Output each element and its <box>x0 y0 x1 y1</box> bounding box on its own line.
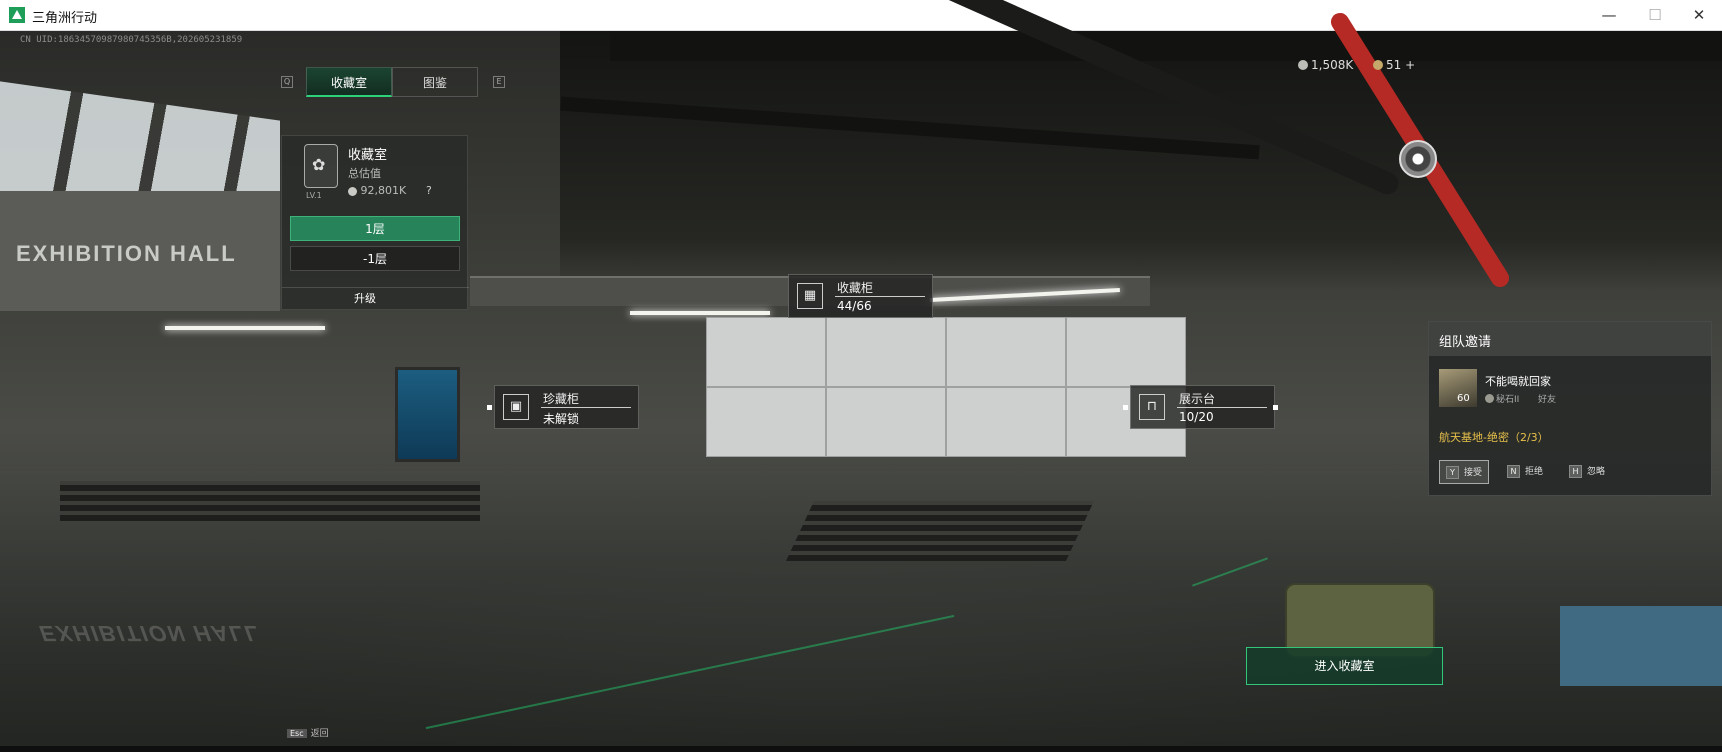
window-title: 三角洲行动 <box>32 11 98 26</box>
hall-sign: EXHIBITION HALL <box>16 241 237 266</box>
upgrade-button[interactable]: 升级 <box>282 287 469 309</box>
reject-button[interactable]: N 拒绝 <box>1501 460 1543 484</box>
esc-key: Esc <box>287 729 307 738</box>
display-stand-icon: ⊓ <box>1139 394 1165 420</box>
silver-amount: 1,508K <box>1311 58 1354 72</box>
ceiling-beam <box>610 31 1722 61</box>
hotspot-value: 未解锁 <box>543 412 580 426</box>
blue-screen <box>395 367 460 462</box>
grid-cabinet-icon: ▦ <box>797 283 823 309</box>
team-invite-title: 组队邀请 <box>1439 335 1492 350</box>
light-bar <box>165 326 325 330</box>
team-invite-panel: 组队邀请 60 不能喝就回家 秘石II 好友 航天基地-绝密（2/3） Y 接受 … <box>1428 321 1712 496</box>
storage-cabinets <box>1560 606 1722 686</box>
silver-currency: 1,508K <box>1298 58 1353 72</box>
bottom-bar <box>0 746 1722 752</box>
player-uid: CN UID:18634570987980745356B,20260523185… <box>20 35 243 45</box>
player-rank: 秘石II <box>1485 392 1519 405</box>
mission-name: 航天基地-绝密（2/3） <box>1439 431 1549 444</box>
close-button[interactable]: ✕ <box>1676 0 1722 31</box>
collection-room-card: LV.1 收藏室 总估值 92,801K ? 1层 -1层 升级 <box>281 135 469 310</box>
stairs <box>60 481 480 521</box>
gold-currency[interactable]: 51 + <box>1373 58 1415 72</box>
player-level: 60 <box>1457 393 1470 404</box>
tab-collection-room[interactable]: 收藏室 <box>306 67 392 97</box>
minimize-button[interactable]: — <box>1586 0 1632 31</box>
room-value-text: 92,801K <box>360 184 407 197</box>
light-bar <box>630 311 770 315</box>
back-button[interactable]: Esc 返回 <box>287 726 329 739</box>
safe-icon: ▣ <box>503 394 529 420</box>
display-wall <box>706 317 1186 457</box>
hotspot-showcase[interactable]: ⊓ 展示台 10/20 <box>1123 385 1278 429</box>
ignore-key: H <box>1569 465 1582 478</box>
hotspot-title: 收藏柜 <box>837 281 874 295</box>
hotspot-title: 珍藏柜 <box>543 392 580 406</box>
accept-key: Y <box>1446 466 1459 479</box>
player-name: 不能喝就回家 <box>1485 375 1551 388</box>
gold-amount: 51 + <box>1386 58 1416 72</box>
ignore-button[interactable]: H 忽略 <box>1563 460 1605 484</box>
floor-1-button[interactable]: 1层 <box>290 216 460 241</box>
coin-icon <box>348 186 357 196</box>
friend-label: 好友 <box>1538 395 1557 405</box>
title-bar: 三角洲行动 — ☐ ✕ <box>0 0 1722 31</box>
app-logo-icon <box>9 7 25 23</box>
accept-button[interactable]: Y 接受 <box>1439 460 1489 484</box>
stairs <box>786 501 1094 561</box>
reject-key: N <box>1507 465 1520 478</box>
tab-next-key[interactable]: E <box>493 76 505 88</box>
tab-codex[interactable]: 图鉴 <box>392 67 478 97</box>
floor-b1-button[interactable]: -1层 <box>290 246 460 271</box>
maximize-button[interactable]: ☐ <box>1632 0 1678 31</box>
game-window: 三角洲行动 — ☐ ✕ EXHIBITION HALL EXHIBITION H… <box>0 0 1722 752</box>
room-title: 收藏室 <box>348 148 388 163</box>
silver-coin-icon <box>1298 60 1308 70</box>
room-level: LV.1 <box>306 191 322 200</box>
help-icon[interactable]: ? <box>426 184 432 197</box>
gold-coin-icon <box>1373 60 1383 70</box>
enter-collection-room-button[interactable]: 进入收藏室 <box>1246 647 1443 685</box>
hotspot-value: 44/66 <box>837 299 872 313</box>
rank-icon <box>1485 394 1494 403</box>
room-subtitle: 总估值 <box>348 167 381 180</box>
collection-room-icon <box>304 144 338 188</box>
hotspot-title: 展示台 <box>1179 392 1216 406</box>
room-value: 92,801K <box>348 184 406 197</box>
vinyl-badge-icon[interactable] <box>1399 140 1437 178</box>
hall-sign-reflection: EXHIBITION HALL <box>35 621 266 646</box>
tab-prev-key[interactable]: Q <box>281 76 293 88</box>
hotspot-value: 10/20 <box>1179 410 1214 424</box>
hotspot-treasure-cabinet[interactable]: ▣ 珍藏柜 未解锁 <box>487 385 639 429</box>
hotspot-collection-cabinet[interactable]: ▦ 收藏柜 44/66 <box>788 274 933 318</box>
